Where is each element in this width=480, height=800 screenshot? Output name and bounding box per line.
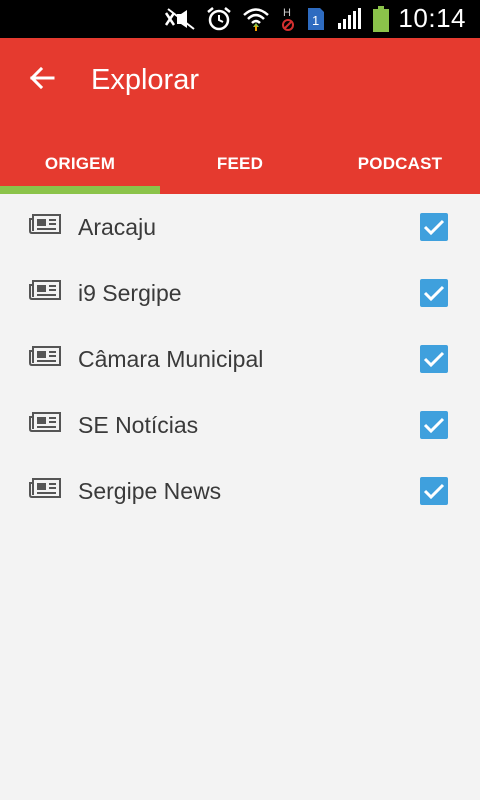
- checkbox[interactable]: [420, 345, 448, 373]
- checkmark-icon: [423, 219, 445, 236]
- list-item[interactable]: Câmara Municipal: [0, 326, 480, 392]
- status-icons: H 1: [164, 4, 390, 34]
- newspaper-icon: [28, 212, 62, 236]
- list-item[interactable]: Sergipe News: [0, 458, 480, 524]
- checkmark-icon: [423, 285, 445, 302]
- newspaper-icon: [28, 410, 62, 434]
- list-item[interactable]: SE Notícias: [0, 392, 480, 458]
- newspaper-icon: [28, 476, 62, 500]
- wifi-icon: [242, 4, 270, 34]
- page-title: Explorar: [91, 64, 199, 96]
- list-item[interactable]: Aracaju: [0, 194, 480, 260]
- sim-1-icon: 1: [306, 4, 326, 34]
- list-item-label: Câmara Municipal: [78, 346, 264, 372]
- tab-podcast[interactable]: PODCAST: [320, 134, 480, 194]
- source-list: Aracaju i9 Sergipe Câmara Municipal SE N…: [0, 194, 480, 524]
- svg-text:1: 1: [312, 13, 319, 28]
- tab-bar: ORIGEM FEED PODCAST: [0, 134, 480, 194]
- checkbox[interactable]: [420, 411, 448, 439]
- checkmark-icon: [423, 417, 445, 434]
- battery-icon: [372, 4, 390, 34]
- cell-signal-icon: [336, 4, 362, 34]
- mute-icon: [164, 4, 196, 34]
- list-item-label: SE Notícias: [78, 412, 199, 438]
- list-item-label: i9 Sergipe: [78, 280, 182, 306]
- signal-blocked-icon: H: [280, 4, 296, 34]
- checkmark-icon: [423, 351, 445, 368]
- tab-origem[interactable]: ORIGEM: [0, 134, 160, 194]
- clock: 10:14: [398, 3, 466, 33]
- list-item[interactable]: i9 Sergipe: [0, 260, 480, 326]
- app-bar: Explorar ORIGEM FEED PODCAST: [0, 38, 480, 194]
- checkbox[interactable]: [420, 279, 448, 307]
- newspaper-icon: [28, 278, 62, 302]
- list-item-label: Sergipe News: [78, 478, 222, 504]
- tab-indicator: [0, 186, 160, 194]
- back-button[interactable]: [22, 60, 62, 100]
- svg-text:H: H: [283, 7, 291, 19]
- status-bar: H 1 10:14: [0, 0, 480, 38]
- alarm-icon: [206, 4, 232, 34]
- list-item-label: Aracaju: [78, 214, 156, 240]
- checkbox[interactable]: [420, 213, 448, 241]
- checkmark-icon: [423, 483, 445, 500]
- arrow-left-icon: [29, 66, 55, 95]
- newspaper-icon: [28, 344, 62, 368]
- tab-feed[interactable]: FEED: [160, 134, 320, 194]
- checkbox[interactable]: [420, 477, 448, 505]
